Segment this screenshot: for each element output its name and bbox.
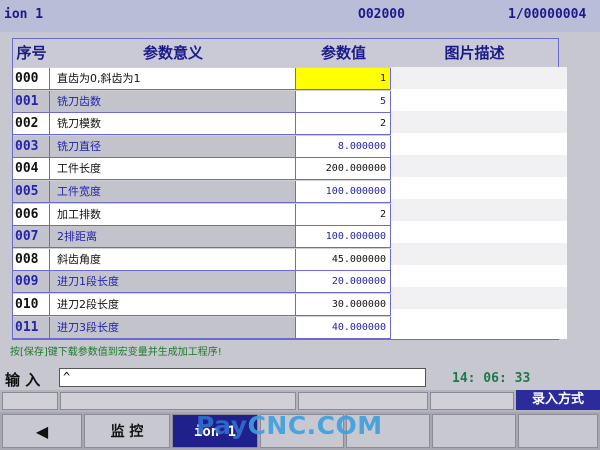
row-meaning: 直齿为0,斜齿为1 <box>50 68 296 90</box>
row-number: 001 <box>13 90 50 113</box>
row-number: 003 <box>13 135 50 158</box>
input-label: 输 入 <box>5 371 41 389</box>
row-value[interactable]: 100.000000 <box>296 226 391 249</box>
softkey-empty[interactable] <box>432 414 516 448</box>
table-row[interactable]: 010 进刀2段长度 30.000000 <box>13 294 391 316</box>
row-value[interactable]: 40.000000 <box>296 316 391 339</box>
row-number: 000 <box>13 68 50 90</box>
row-value[interactable]: 20.000000 <box>296 271 391 294</box>
row-number: 007 <box>13 226 50 249</box>
row-number: 006 <box>13 203 50 226</box>
row-value[interactable]: 2 <box>296 113 391 136</box>
input-field[interactable]: ^ <box>59 368 426 387</box>
status-cell <box>2 392 58 410</box>
status-cell <box>430 392 514 410</box>
parameter-table: 序号 参数意义 参数值 图片描述 000 直齿为0,斜齿为1 1 001 铣刀齿数 5 00… <box>12 38 567 340</box>
row-meaning: 工件宽度 <box>50 181 296 203</box>
row-meaning: 铣刀模数 <box>50 113 296 136</box>
table-row[interactable]: 003 铣刀直径 8.000000 <box>13 135 391 158</box>
table-row[interactable]: 002 铣刀模数 2 <box>13 113 391 136</box>
table-row[interactable]: 005 工件宽度 100.000000 <box>13 181 391 203</box>
row-meaning: 铣刀齿数 <box>50 90 296 113</box>
row-number: 010 <box>13 294 50 316</box>
row-meaning: 铣刀直径 <box>50 135 296 158</box>
row-meaning: 2排距离 <box>50 226 296 249</box>
status-strip <box>0 390 600 412</box>
row-meaning: 斜齿角度 <box>50 248 296 271</box>
row-value[interactable]: 1 <box>296 68 391 90</box>
table-row[interactable]: 009 进刀1段长度 20.000000 <box>13 271 391 294</box>
row-number: 002 <box>13 113 50 136</box>
row-meaning: 工件长度 <box>50 158 296 181</box>
row-number: 008 <box>13 248 50 271</box>
column-header-picture: 图片描述 <box>391 39 558 67</box>
clock: 14: 06: 33 <box>452 371 531 386</box>
softkey-back[interactable]: ◀ <box>2 414 82 448</box>
o-number: O02000 <box>358 7 405 22</box>
table-row[interactable]: 007 2排距离 100.000000 <box>13 226 391 249</box>
status-cell <box>60 392 296 410</box>
column-header-number: 序号 <box>13 39 51 67</box>
status-cell <box>298 392 428 410</box>
header-bar: ion 1 O02000 1/00000004 <box>0 0 600 32</box>
table-row[interactable]: 004 工件长度 200.000000 <box>13 158 391 181</box>
row-number: 011 <box>13 316 50 339</box>
row-value[interactable]: 30.000000 <box>296 294 391 316</box>
softkey-empty[interactable] <box>518 414 598 448</box>
row-value[interactable]: 200.000000 <box>296 158 391 181</box>
page-position: 1/00000004 <box>508 7 587 22</box>
watermark-logo: PayCNC.COM <box>196 411 383 440</box>
row-value[interactable]: 45.000000 <box>296 248 391 271</box>
mode-indicator: 录入方式 <box>516 390 600 410</box>
row-meaning: 加工排数 <box>50 203 296 226</box>
row-meaning: 进刀3段长度 <box>50 316 296 339</box>
row-meaning: 进刀2段长度 <box>50 294 296 316</box>
row-value[interactable]: 100.000000 <box>296 181 391 203</box>
row-value[interactable]: 5 <box>296 90 391 113</box>
row-number: 005 <box>13 181 50 203</box>
table-row[interactable]: 000 直齿为0,斜齿为1 1 <box>13 68 391 90</box>
column-header-value: 参数值 <box>296 39 392 67</box>
table-row[interactable]: 001 铣刀齿数 5 <box>13 90 391 113</box>
table-row[interactable]: 011 进刀3段长度 40.000000 <box>13 316 391 339</box>
picture-preview <box>391 67 567 339</box>
hint-message: 按[保存]键下载参数值到宏变量并生成加工程序! <box>10 347 222 358</box>
table-row[interactable]: 006 加工排数 2 <box>13 203 391 226</box>
row-meaning: 进刀1段长度 <box>50 271 296 294</box>
table-row[interactable]: 008 斜齿角度 45.000000 <box>13 248 391 271</box>
program-name: ion 1 <box>4 7 44 22</box>
row-value[interactable]: 8.000000 <box>296 135 391 158</box>
softkey-monitor[interactable]: 监 控 <box>84 414 170 448</box>
column-header-meaning: 参数意义 <box>50 39 297 67</box>
row-number: 004 <box>13 158 50 181</box>
row-number: 009 <box>13 271 50 294</box>
row-value[interactable]: 2 <box>296 203 391 226</box>
